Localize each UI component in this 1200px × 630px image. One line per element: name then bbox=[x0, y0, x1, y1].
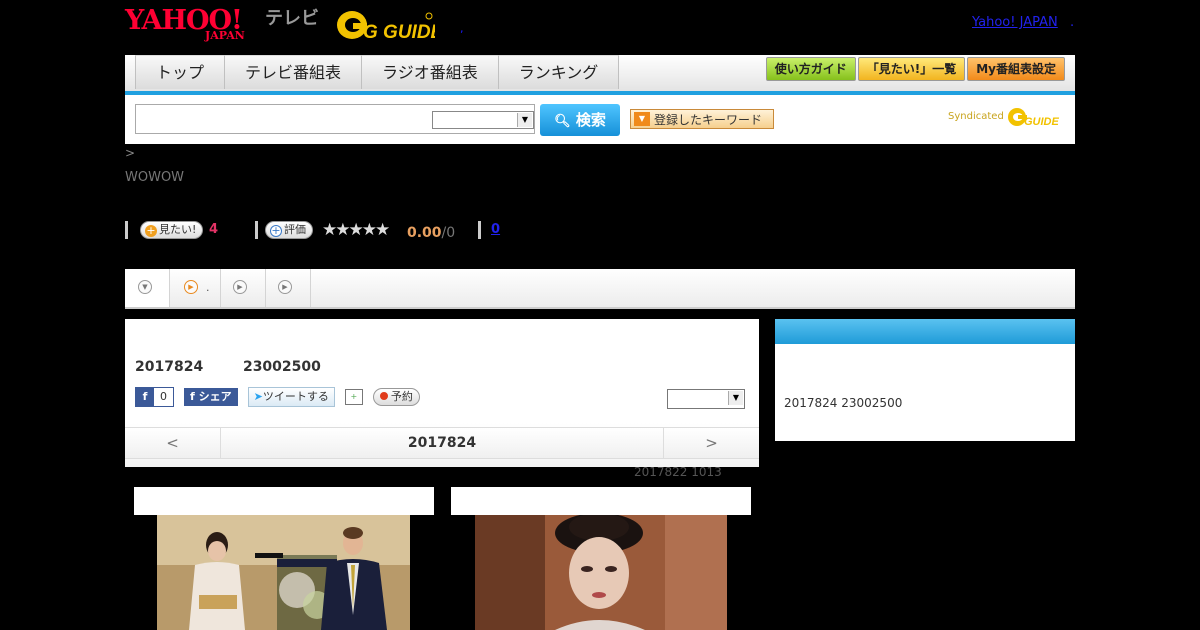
plus-icon: + bbox=[270, 224, 282, 237]
nav-right-buttons: 使い方ガイド 「見たい!」一覧 My番組表設定 bbox=[765, 57, 1065, 81]
my-listings-settings-button[interactable]: My番組表設定 bbox=[967, 57, 1065, 81]
tab-2[interactable]: ▶ . bbox=[170, 269, 221, 307]
saved-keywords-label: 登録したキーワード bbox=[654, 113, 763, 127]
facebook-like-count: 0 bbox=[154, 388, 173, 406]
want-list-button[interactable]: 「見たい!」一覧 bbox=[857, 57, 966, 81]
play-circle-icon: ▶ bbox=[278, 280, 292, 294]
tab-4[interactable]: ▶ bbox=[266, 269, 311, 307]
want-label: 見たい! bbox=[159, 223, 197, 236]
breadcrumb[interactable]: > bbox=[125, 146, 135, 160]
date-navigation: < 2017824 > bbox=[125, 427, 759, 459]
nav-tab-tv-listings[interactable]: テレビ番組表 bbox=[225, 55, 363, 89]
tweet-label: ツイートする bbox=[262, 390, 329, 403]
logo-gguide-text: G GUIDE bbox=[363, 22, 435, 42]
program-tabs: ▼ ▶ . ▶ ▶ bbox=[125, 269, 1075, 309]
score-group: 0.00/0 bbox=[407, 222, 455, 241]
channel-name: WOWOW bbox=[125, 170, 185, 185]
facebook-like-button[interactable]: f 0 bbox=[135, 387, 174, 407]
plus-icon: + bbox=[145, 224, 157, 237]
chevron-down-icon: ▼ bbox=[517, 113, 532, 127]
rating-stars: ★★★★★ bbox=[322, 220, 390, 240]
program-info-panel: 2017824 23002500 f 0 f シェア ➤ツイートする + 予約 … bbox=[125, 319, 759, 467]
facebook-icon: f bbox=[190, 390, 199, 403]
side-info-panel: 2017824 23002500 bbox=[775, 319, 1075, 441]
last-updated: 2017822 1013 bbox=[634, 465, 722, 479]
saved-keywords-button[interactable]: ▼ 登録したキーワード bbox=[630, 109, 774, 129]
air-datetime: 2017824 23002500 bbox=[135, 359, 321, 375]
reserve-label: 予約 bbox=[390, 390, 413, 403]
rating-total: /0 bbox=[441, 225, 456, 241]
scene-photo-2[interactable] bbox=[475, 515, 727, 630]
air-date: 2017824 bbox=[135, 359, 204, 375]
record-dot-icon bbox=[379, 392, 388, 400]
dropdown-arrow-icon: ▼ bbox=[634, 112, 650, 126]
tweet-button[interactable]: ➤ツイートする bbox=[247, 387, 335, 407]
search-bar: ▼ 🔍︎ 検索 ▼ 登録したキーワード Syndicated GUIDE bbox=[125, 95, 1075, 144]
search-button-label: 検索 bbox=[575, 111, 606, 129]
rate-button[interactable]: + 評価 bbox=[265, 221, 313, 239]
chevron-down-circle-icon: ▼ bbox=[138, 280, 152, 294]
side-panel-header bbox=[775, 319, 1075, 344]
side-air-datetime: 2017824 23002500 bbox=[784, 396, 903, 410]
scene-photo-1[interactable] bbox=[157, 515, 410, 630]
previous-day-button[interactable]: < bbox=[125, 428, 221, 458]
rating-score: 0.00 bbox=[407, 225, 442, 241]
yahoo-link-dot: . bbox=[1070, 15, 1075, 30]
nav-tabs: トップ テレビ番組表 ラジオ番組表 ランキング bbox=[135, 55, 620, 91]
review-count-link[interactable]: 0 bbox=[491, 222, 500, 237]
divider bbox=[255, 221, 258, 239]
svg-text:GUIDE: GUIDE bbox=[1024, 116, 1060, 127]
want-count: 4 bbox=[209, 222, 219, 237]
syndicated-gguide-logo: Syndicated GUIDE bbox=[948, 105, 1065, 128]
image-card-header bbox=[451, 487, 751, 515]
usage-guide-button[interactable]: 使い方ガイド bbox=[765, 57, 856, 81]
chevron-down-icon: ▼ bbox=[728, 391, 743, 405]
search-icon: 🔍︎ bbox=[554, 114, 571, 129]
logo-japan-text: JAPAN bbox=[205, 29, 245, 42]
syndicated-text: Syndicated bbox=[948, 111, 1004, 122]
facebook-share-button[interactable]: f シェア bbox=[184, 388, 238, 406]
twitter-bird-icon: ➤ bbox=[253, 390, 263, 403]
yahoo-japan-link[interactable]: Yahoo! JAPAN bbox=[972, 15, 1058, 30]
facebook-share-label: シェア bbox=[198, 390, 232, 403]
facebook-icon: f bbox=[136, 388, 154, 406]
gguide-logo[interactable]: G GUIDE bbox=[335, 6, 445, 43]
social-buttons: f 0 f シェア ➤ツイートする + 予約 bbox=[135, 387, 420, 407]
search-category-select[interactable]: ▼ bbox=[432, 111, 534, 129]
yahoo-japan-logo[interactable]: YAHOO! JAPAN bbox=[125, 6, 261, 42]
eval-label: 評価 bbox=[284, 223, 306, 236]
image-card-header bbox=[134, 487, 434, 515]
tab-overview[interactable]: ▼ bbox=[125, 269, 170, 307]
want-to-watch-button[interactable]: + 見たい! bbox=[140, 221, 204, 239]
next-day-button[interactable]: > bbox=[663, 428, 759, 458]
nav-tab-ranking[interactable]: ランキング bbox=[498, 55, 620, 89]
divider bbox=[125, 221, 128, 239]
search-button[interactable]: 🔍︎ 検索 bbox=[540, 104, 620, 136]
play-circle-icon: ▶ bbox=[184, 280, 198, 294]
current-date: 2017824 bbox=[407, 435, 477, 451]
tab-3[interactable]: ▶ bbox=[221, 269, 266, 307]
logo-tv-text[interactable]: テレビ bbox=[265, 8, 319, 30]
main-navbar: トップ テレビ番組表 ラジオ番組表 ランキング 使い方ガイド 「見たい!」一覧 … bbox=[125, 55, 1075, 95]
tab-label: . bbox=[206, 281, 210, 294]
divider bbox=[478, 221, 481, 239]
air-time: 23002500 bbox=[242, 359, 321, 375]
nav-tab-radio-listings[interactable]: ラジオ番組表 bbox=[362, 55, 499, 89]
program-option-select[interactable]: ▼ bbox=[667, 389, 745, 409]
play-circle-icon: ▶ bbox=[233, 280, 247, 294]
reserve-recording-button[interactable]: 予約 bbox=[372, 388, 420, 406]
header-comma: , bbox=[460, 22, 464, 35]
calendar-add-icon[interactable]: + bbox=[344, 389, 363, 405]
nav-tab-top[interactable]: トップ bbox=[135, 55, 226, 89]
